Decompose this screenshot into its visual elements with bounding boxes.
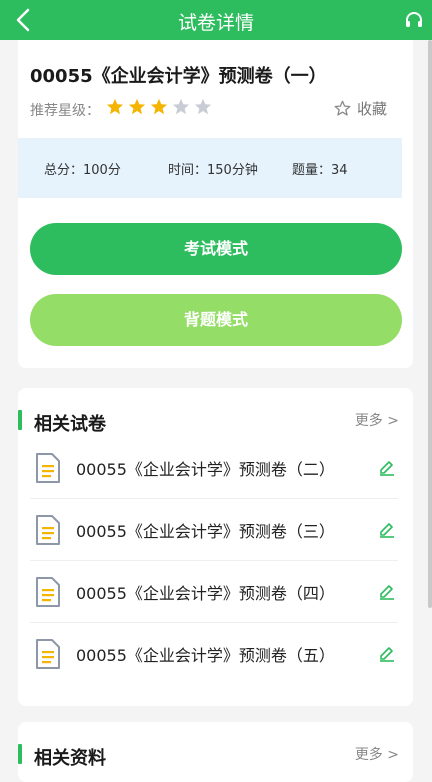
edit-icon[interactable] bbox=[378, 520, 396, 538]
scrollbar-thumb[interactable] bbox=[428, 40, 432, 608]
rating-label: 推荐星级： bbox=[30, 103, 100, 119]
related-materials-title: 相关资料 bbox=[34, 748, 106, 769]
edit-icon[interactable] bbox=[378, 582, 396, 600]
edit-icon[interactable] bbox=[378, 458, 396, 476]
related-papers-more-link[interactable]: 更多 > bbox=[355, 410, 399, 430]
star-icon bbox=[150, 98, 168, 115]
section-accent-bar bbox=[18, 410, 22, 430]
section-accent-bar bbox=[18, 744, 22, 764]
edit-icon[interactable] bbox=[378, 644, 396, 662]
related-papers-card: 相关试卷 更多 > 00055《企业会计学》预测卷（二） 00055《企业会计学… bbox=[18, 388, 413, 706]
page-title: 试卷详情 bbox=[177, 12, 254, 34]
paper-list-item[interactable]: 00055《企业会计学》预测卷（三） bbox=[30, 498, 398, 561]
paper-list-item[interactable]: 00055《企业会计学》预测卷（五） bbox=[30, 622, 398, 684]
paper-list-item[interactable]: 00055《企业会计学》预测卷（四） bbox=[30, 560, 398, 623]
document-icon bbox=[36, 453, 60, 483]
star-icon bbox=[106, 98, 124, 115]
exam-time: 时间：150分钟 bbox=[168, 163, 258, 178]
star-icon bbox=[128, 98, 146, 115]
total-score: 总分：100分 bbox=[44, 163, 121, 178]
document-icon bbox=[36, 577, 60, 607]
document-icon bbox=[36, 515, 60, 545]
exam-detail-card: 00055《企业会计学》预测卷（一） 推荐星级： 收藏 总分：100分 时间：1… bbox=[18, 40, 413, 368]
star-icon bbox=[172, 98, 190, 115]
exam-mode-button[interactable]: 考试模式 bbox=[30, 223, 402, 275]
paper-title: 00055《企业会计学》预测卷（五） bbox=[76, 646, 335, 665]
exam-title: 00055《企业会计学》预测卷（一） bbox=[30, 66, 327, 87]
paper-title: 00055《企业会计学》预测卷（二） bbox=[76, 460, 335, 479]
paper-title: 00055《企业会计学》预测卷（三） bbox=[76, 522, 335, 541]
headset-icon[interactable] bbox=[404, 10, 424, 30]
star-outline-icon bbox=[334, 100, 351, 116]
favorite-button[interactable]: 收藏 bbox=[334, 98, 387, 119]
related-papers-title: 相关试卷 bbox=[34, 414, 106, 435]
paper-title: 00055《企业会计学》预测卷（四） bbox=[76, 584, 335, 603]
star-icon bbox=[194, 98, 212, 115]
recite-mode-button[interactable]: 背题模式 bbox=[30, 294, 402, 346]
question-count: 题量：34 bbox=[292, 163, 348, 178]
related-materials-more-link[interactable]: 更多 > bbox=[355, 744, 399, 764]
favorite-label: 收藏 bbox=[356, 100, 387, 118]
document-icon bbox=[36, 639, 60, 669]
rating-stars bbox=[106, 98, 212, 116]
paper-list-item[interactable]: 00055《企业会计学》预测卷（二） bbox=[30, 436, 398, 499]
exam-info-box: 总分：100分 时间：150分钟 题量：34 bbox=[18, 138, 402, 198]
related-materials-card: 相关资料 更多 > bbox=[18, 722, 413, 782]
top-bar: 试卷详情 bbox=[0, 0, 432, 40]
